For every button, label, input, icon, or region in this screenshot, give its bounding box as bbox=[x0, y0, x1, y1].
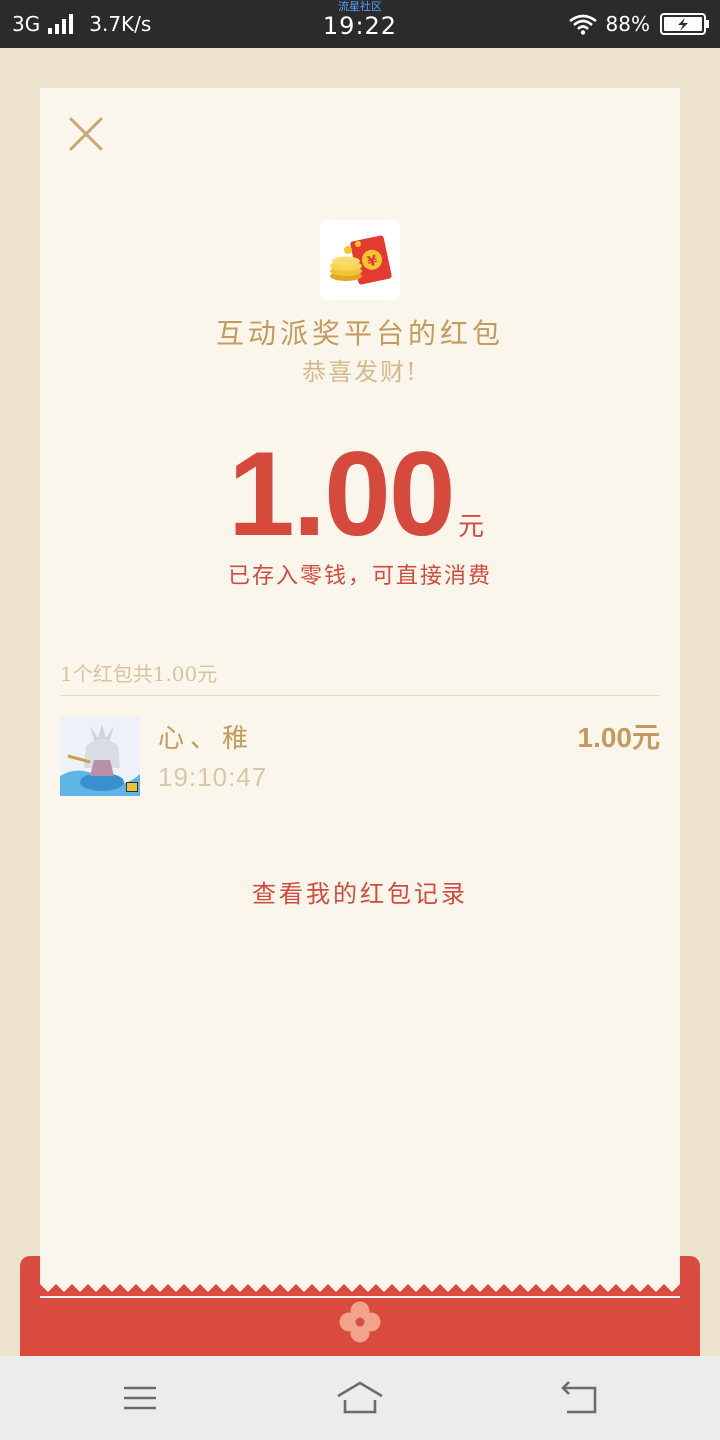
amount-value: 1.00 bbox=[228, 427, 456, 561]
back-icon[interactable] bbox=[555, 1378, 605, 1418]
wifi-icon bbox=[568, 14, 597, 35]
status-bar: 3G 3.7K/s 流星社区 19:22 88% bbox=[0, 0, 720, 48]
divider bbox=[60, 695, 660, 696]
battery-icon bbox=[660, 13, 709, 35]
flower-emblem-icon bbox=[339, 1301, 381, 1343]
red-packet-detail-card: ¥ 互动派奖平台的红包 恭喜发财! 1.00 元 已存入零钱，可直接消费 1个红… bbox=[40, 88, 680, 1298]
sender-name: 心、稚 bbox=[158, 724, 255, 754]
close-icon[interactable] bbox=[66, 114, 106, 154]
greeting-text: 恭喜发财! bbox=[302, 358, 418, 386]
list-item[interactable]: 心、稚 19:10:47 1.00元 bbox=[60, 716, 660, 796]
amount-block: 1.00 元 bbox=[40, 434, 680, 554]
amount-unit: 元 bbox=[458, 512, 485, 542]
card-zigzag-edge bbox=[40, 1284, 680, 1296]
navigation-bar bbox=[0, 1356, 720, 1440]
saved-note: 已存入零钱，可直接消费 bbox=[227, 564, 492, 589]
status-right: 88% bbox=[568, 10, 710, 38]
receive-time: 19:10:47 bbox=[158, 762, 268, 792]
sender-title: 互动派奖平台的红包 bbox=[215, 317, 504, 350]
packet-summary: 1个红包共1.00元 bbox=[60, 662, 218, 686]
avatar bbox=[60, 716, 140, 796]
menu-icon[interactable] bbox=[115, 1378, 165, 1418]
view-history-link[interactable]: 查看我的红包记录 bbox=[40, 874, 680, 909]
home-icon[interactable] bbox=[335, 1378, 385, 1418]
battery-percent: 88% bbox=[605, 12, 650, 36]
record-amount: 1.00元 bbox=[577, 722, 661, 753]
red-packet-logo-icon: ¥ bbox=[320, 220, 400, 300]
